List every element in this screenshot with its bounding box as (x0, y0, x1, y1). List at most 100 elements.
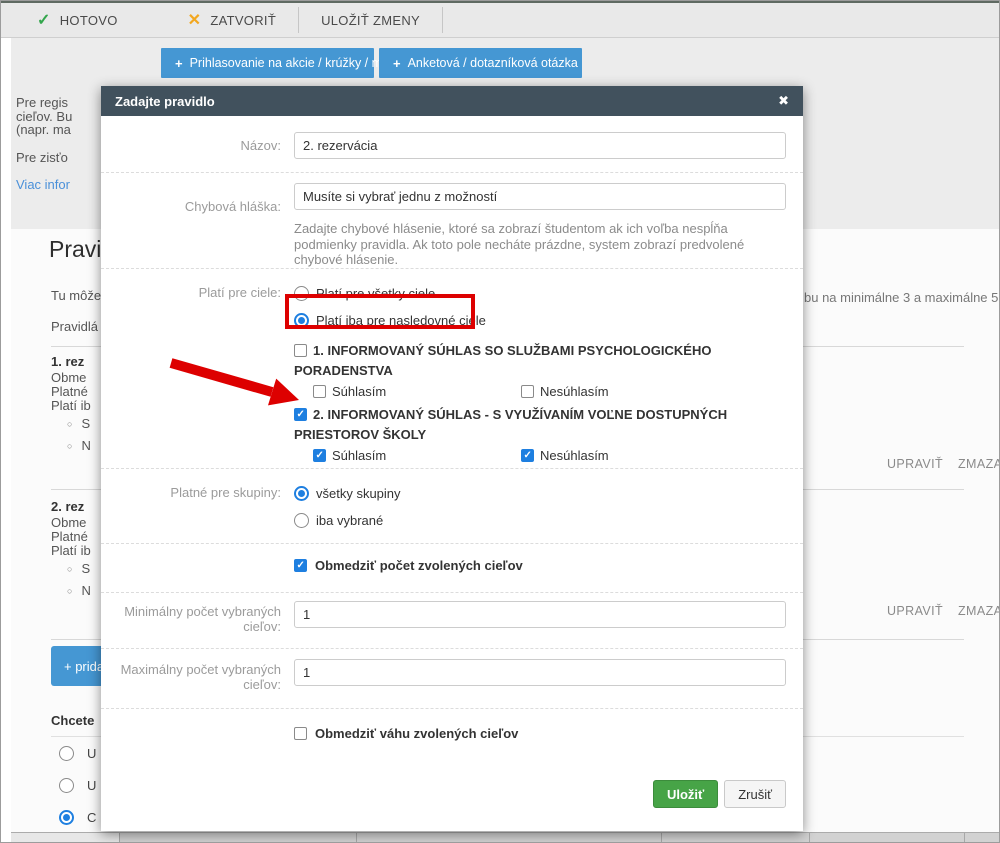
option-row[interactable]: U (59, 778, 96, 793)
rule-card-line: Platí ib (51, 398, 91, 413)
consent-list: 1. INFORMOVANÝ SÚHLAS SO SLUŽBAMI PSYCHO… (294, 341, 786, 463)
disagree-label: Nesúhlasím (540, 448, 609, 463)
dialog-title: Zadajte pravidlo (115, 94, 778, 109)
checkbox-unchecked[interactable] (294, 344, 307, 357)
error-message-label: Chybová hláška: (111, 183, 281, 268)
error-message-input[interactable] (294, 183, 786, 210)
save-changes-label: ULOŽIŤ ZMENY (321, 13, 420, 28)
survey-question-button[interactable]: + Anketová / dotazníková otázka (379, 48, 582, 78)
option-label: U (87, 746, 96, 761)
limit-weight-row: Obmedziť váhu zvolených cieľov (101, 709, 803, 761)
survey-question-label: Anketová / dotazníková otázka (408, 56, 578, 70)
radio-unselected[interactable] (294, 286, 309, 301)
radio-unselected[interactable] (294, 513, 309, 528)
rule-card-bullet: ○S (67, 561, 90, 576)
table-cell-border (119, 833, 120, 843)
more-info-link[interactable]: Viac infor (16, 178, 102, 192)
bullet-label: S (81, 416, 90, 431)
groups-all-label: všetky skupiny (316, 486, 401, 501)
radio-selected[interactable] (294, 486, 309, 501)
agree-label: Súhlasím (332, 384, 386, 399)
checkbox-checked[interactable] (294, 408, 307, 421)
targets-all-label: Platí pre všetky ciele (316, 286, 435, 301)
rules-heading: Pravi (49, 236, 101, 263)
delete-rule-link[interactable]: ZMAZAŤ (958, 604, 1000, 618)
consent-2-agree[interactable]: Súhlasím (313, 448, 521, 463)
intro-line: cieľov. Bu (16, 110, 102, 124)
page: ✓ HOTOVO ✕ ZATVORIŤ ULOŽIŤ ZMENY + Prihl… (0, 0, 1000, 843)
limit-weight-option[interactable]: Obmedziť váhu zvolených cieľov (294, 726, 786, 741)
close-label: ZATVORIŤ (210, 13, 276, 28)
limit-count-option[interactable]: Obmedziť počet zvolených cieľov (294, 558, 786, 573)
intro-line: Pre zisťo (16, 151, 102, 165)
groups-some-label: iba vybrané (316, 513, 383, 528)
close-button[interactable]: ✕ ZATVORIŤ (166, 3, 298, 37)
option-label: U (87, 778, 96, 793)
consent-2-disagree[interactable]: Nesúhlasím (521, 448, 609, 463)
dialog-footer: Uložiť Zrušiť (101, 761, 803, 808)
rule-card-title: 2. rez (51, 499, 84, 514)
rule-card-bullet: ○S (67, 416, 90, 431)
option-row[interactable]: C (59, 810, 96, 825)
rules-subline-right: bu na minimálne 3 a maximálne 5 cie (804, 290, 1000, 305)
done-button[interactable]: ✓ HOTOVO (15, 3, 140, 37)
consent-item-1[interactable]: 1. INFORMOVANÝ SÚHLAS SO SLUŽBAMI PSYCHO… (294, 341, 734, 380)
radio-unselected[interactable] (59, 778, 74, 793)
left-margin (1, 38, 11, 842)
limit-weight-label: Obmedziť váhu zvolených cieľov (315, 726, 518, 741)
name-input[interactable] (294, 132, 786, 159)
consent-2-label: 2. INFORMOVANÝ SÚHLAS - S VYUŽÍVANÍM VOĽ… (294, 407, 727, 442)
rule-card-line: Platné (51, 529, 88, 544)
min-count-row: Minimálny počet vybraných cieľov: (101, 593, 803, 649)
table-header-cell (11, 833, 119, 843)
max-count-label: Maximálny počet vybraných cieľov: (111, 659, 281, 708)
min-count-input[interactable] (294, 601, 786, 628)
table-cell-border (809, 833, 810, 843)
check-icon: ✓ (37, 10, 51, 30)
table-cell-border (661, 833, 662, 843)
edit-rule-link[interactable]: UPRAVIŤ (887, 604, 943, 618)
dialog-header: Zadajte pravidlo ✖ (101, 86, 803, 116)
consent-1-disagree[interactable]: Nesúhlasím (521, 384, 609, 399)
radio-selected[interactable] (59, 810, 74, 825)
consent-1-agree[interactable]: Súhlasím (313, 384, 521, 399)
checkbox-unchecked[interactable] (313, 385, 326, 398)
close-icon[interactable]: ✖ (778, 93, 789, 109)
toolbar-separator (442, 7, 443, 33)
rule-card-title: 1. rez (51, 354, 84, 369)
radio-unselected[interactable] (59, 746, 74, 761)
targets-selected-option[interactable]: Platí iba pre nasledovné ciele (294, 308, 786, 332)
checkbox-unchecked[interactable] (521, 385, 534, 398)
radio-selected[interactable] (294, 313, 309, 328)
intro-line: Pre regis (16, 96, 102, 110)
bullet-icon: ○ (67, 564, 72, 574)
targets-label: Platí pre ciele: (111, 281, 281, 468)
cancel-button[interactable]: Zrušiť (724, 780, 786, 808)
checkbox-checked[interactable] (294, 559, 307, 572)
checkbox-checked[interactable] (521, 449, 534, 462)
consent-item-2[interactable]: 2. INFORMOVANÝ SÚHLAS - S VYUŽÍVANÍM VOĽ… (294, 405, 734, 444)
signup-actions-button[interactable]: + Prihlasovanie na akcie / krúžky / matu… (161, 48, 374, 78)
bullet-icon: ○ (67, 419, 72, 429)
targets-selected-label: Platí iba pre nasledovné ciele (316, 313, 486, 328)
rule-card-line: Platné (51, 384, 88, 399)
save-button[interactable]: Uložiť (653, 780, 718, 808)
error-help-text: Zadajte chybové hlásenie, ktoré sa zobra… (294, 221, 786, 268)
groups-all-option[interactable]: všetky skupiny (294, 481, 786, 505)
delete-rule-link[interactable]: ZMAZAŤ (958, 457, 1000, 471)
name-label: Názov: (111, 132, 281, 172)
option-row[interactable]: U (59, 746, 96, 761)
name-row: Názov: (101, 116, 803, 173)
consent-1-options: Súhlasím Nesúhlasím (313, 384, 786, 399)
checkbox-checked[interactable] (313, 449, 326, 462)
groups-some-option[interactable]: iba vybrané (294, 508, 786, 532)
bullet-label: N (81, 583, 90, 598)
checkbox-unchecked[interactable] (294, 727, 307, 740)
max-count-input[interactable] (294, 659, 786, 686)
targets-all-option[interactable]: Platí pre všetky ciele (294, 281, 786, 305)
save-changes-button[interactable]: ULOŽIŤ ZMENY (299, 3, 442, 37)
min-count-label: Minimálny počet vybraných cieľov: (111, 601, 281, 648)
done-label: HOTOVO (60, 13, 118, 28)
edit-rule-link[interactable]: UPRAVIŤ (887, 457, 943, 471)
groups-label: Platné pre skupiny: (111, 481, 281, 543)
